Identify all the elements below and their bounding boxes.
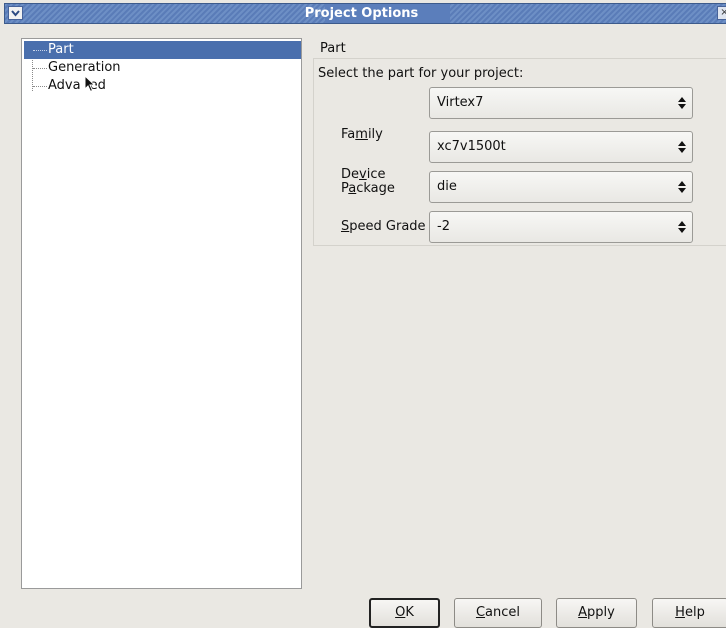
cancel-button[interactable]: Cancel <box>454 598 542 628</box>
device-select[interactable]: xc7v1500t <box>429 131 693 163</box>
family-value: Virtex7 <box>437 95 484 110</box>
close-icon: × <box>720 7 726 18</box>
dialog-window: Project Options × Part Generation Adva ed… <box>0 0 726 628</box>
package-label: Package <box>341 181 395 196</box>
family-label: Family <box>341 127 383 142</box>
ok-button[interactable]: OK <box>369 598 440 628</box>
chevron-down-icon <box>11 9 20 17</box>
tree-branch <box>33 68 47 69</box>
up-down-arrows-icon <box>678 221 686 233</box>
apply-button[interactable]: Apply <box>556 598 637 628</box>
up-down-arrows-icon <box>678 97 686 109</box>
tree-branch <box>33 86 47 87</box>
speed-grade-select[interactable]: -2 <box>429 211 693 243</box>
package-select[interactable]: die <box>429 171 693 203</box>
speed-grade-label: Speed Grade <box>341 219 426 234</box>
up-down-arrows-icon <box>678 181 686 193</box>
family-select[interactable]: Virtex7 <box>429 87 693 119</box>
window-menu-button[interactable] <box>8 6 23 20</box>
title-bar[interactable]: Project Options × <box>4 3 726 24</box>
speed-grade-value: -2 <box>437 219 450 234</box>
tree-item-label: Part <box>48 42 74 57</box>
package-value: die <box>437 179 457 194</box>
section-description: Select the part for your project: <box>318 66 524 81</box>
window-title: Project Options <box>304 6 419 21</box>
close-button[interactable]: × <box>717 6 726 20</box>
options-tree: Part Generation Adva ed <box>21 38 302 589</box>
tree-item-generation[interactable]: Generation <box>24 59 301 77</box>
section-title: Part <box>320 41 346 56</box>
help-button[interactable]: Help <box>652 598 726 628</box>
tree-item-label-head: Adva <box>48 78 81 93</box>
tree-item-advanced[interactable]: Adva ed <box>24 77 301 95</box>
up-down-arrows-icon <box>678 141 686 153</box>
device-value: xc7v1500t <box>437 139 506 154</box>
tree-item-part[interactable]: Part <box>24 41 301 59</box>
tree-item-label: Adva ed <box>48 77 106 95</box>
tree-branch <box>33 50 47 51</box>
mouse-pointer-icon <box>84 75 96 93</box>
